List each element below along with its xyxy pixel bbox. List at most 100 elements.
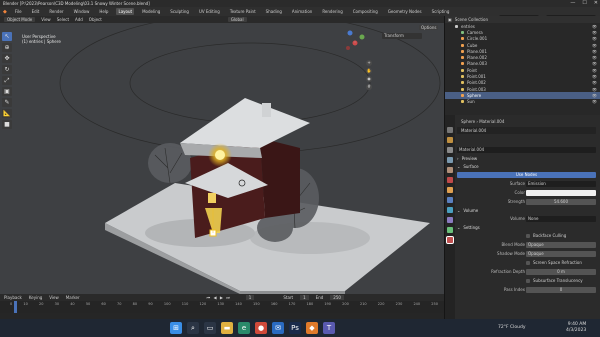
menu-file[interactable]: File	[13, 8, 24, 15]
scale-tool-icon[interactable]: ⤢	[2, 76, 12, 85]
menu-object[interactable]: Object	[89, 17, 102, 22]
preview-section[interactable]: › Preview	[457, 154, 598, 162]
volume-field[interactable]: None	[526, 215, 596, 222]
timeline-menu-playback[interactable]: Playback	[4, 295, 22, 300]
file-explorer-icon[interactable]: ▬	[221, 322, 233, 334]
tab-rendering[interactable]: Rendering	[320, 8, 344, 15]
use-nodes-button[interactable]: Use Nodes	[457, 171, 596, 178]
measure-tool-icon[interactable]: 📐	[2, 109, 12, 118]
timeline[interactable]: 0 10 20 30 40 50 60 70 80 90 100 110 120…	[0, 301, 444, 313]
visibility-eye-icon[interactable]: 👁	[592, 80, 597, 85]
teams-icon[interactable]: T	[323, 322, 335, 334]
visibility-eye-icon[interactable]: 👁	[592, 87, 597, 92]
transform-panel-tab[interactable]: Transform	[382, 33, 422, 39]
visibility-eye-icon[interactable]: 👁	[592, 61, 597, 66]
tab-compositing[interactable]: Compositing	[351, 8, 380, 15]
timeline-menu-marker[interactable]: Marker	[66, 295, 80, 300]
color-swatch[interactable]	[526, 189, 596, 196]
menu-select[interactable]: Select	[57, 17, 69, 22]
mail-icon[interactable]: ✉	[272, 322, 284, 334]
shadow-mode-dropdown[interactable]: Opaque	[526, 250, 596, 257]
select-tool-icon[interactable]: ↖	[2, 32, 12, 41]
scene-tab-icon[interactable]	[447, 167, 453, 173]
visibility-eye-icon[interactable]: 👁	[592, 55, 597, 60]
data-tab-icon[interactable]	[447, 227, 453, 233]
tab-modeling[interactable]: Modeling	[140, 8, 162, 15]
blend-mode-dropdown[interactable]: Opaque	[526, 241, 596, 248]
material-selector-row[interactable]: Material.004	[457, 145, 598, 154]
surface-shader-field[interactable]: Emission	[526, 180, 596, 187]
playback-controls[interactable]: ⏮ ◀ ▶ ⏭	[207, 295, 231, 300]
refraction-depth-field[interactable]: 0 m	[526, 268, 596, 275]
outliner-item[interactable]: Sun 👁	[445, 99, 600, 105]
rotate-tool-icon[interactable]: ↻	[2, 65, 12, 74]
transform-tool-icon[interactable]: ▣	[2, 87, 12, 96]
menu-render[interactable]: Render	[47, 8, 65, 15]
cursor-tool-icon[interactable]: ⊕	[2, 43, 12, 52]
menu-view[interactable]: View	[41, 17, 51, 22]
tab-animation[interactable]: Animation	[290, 8, 314, 15]
visibility-eye-icon[interactable]: 👁	[592, 36, 597, 41]
menu-window[interactable]: Window	[72, 8, 92, 15]
render-tab-icon[interactable]	[447, 137, 453, 143]
visibility-eye-icon[interactable]: 👁	[592, 93, 597, 98]
task-view-icon[interactable]: ▭	[204, 322, 216, 334]
orientation-dropdown[interactable]: Global	[227, 17, 247, 22]
tab-shading[interactable]: Shading	[264, 8, 284, 15]
blender-logo-icon[interactable]: ◆	[3, 9, 7, 15]
tab-sculpting[interactable]: Sculpting	[168, 8, 191, 15]
menu-edit[interactable]: Edit	[30, 8, 42, 15]
view-layer-tab-icon[interactable]	[447, 157, 453, 163]
end-field[interactable]: 250	[330, 295, 344, 300]
zoom-icon[interactable]: +	[366, 60, 372, 66]
visibility-eye-icon[interactable]: 👁	[592, 49, 597, 54]
material-slot-row[interactable]: Material.004	[457, 126, 598, 135]
settings-section[interactable]: ⌄ Settings	[457, 223, 598, 231]
photoshop-icon[interactable]: Ps	[289, 322, 301, 334]
sss-checkbox[interactable]	[526, 278, 530, 283]
camera-view-icon[interactable]: ◉	[366, 76, 372, 82]
add-cube-tool-icon[interactable]: ■	[2, 120, 12, 129]
tab-texture-paint[interactable]: Texture Paint	[228, 8, 258, 15]
output-tab-icon[interactable]	[447, 147, 453, 153]
world-tab-icon[interactable]	[447, 177, 453, 183]
visibility-eye-icon[interactable]: 👁	[592, 68, 597, 73]
backface-checkbox[interactable]	[526, 233, 530, 238]
edge-browser-icon[interactable]: e	[238, 322, 250, 334]
material-tab-icon[interactable]	[446, 236, 454, 244]
grid-icon[interactable]: #	[366, 84, 372, 90]
pan-hand-icon[interactable]: ✋	[366, 68, 372, 74]
tab-geometry-nodes[interactable]: Geometry Nodes	[386, 8, 424, 15]
tab-scripting[interactable]: Scripting	[430, 8, 452, 15]
blender-app-icon[interactable]: ◆	[306, 322, 318, 334]
3d-viewport[interactable]: User Perspective (1) entries | Sphere ↖ …	[0, 23, 444, 294]
tab-layout[interactable]: Layout	[116, 8, 135, 15]
timeline-menu-view[interactable]: View	[49, 295, 59, 300]
visibility-eye-icon[interactable]: 👁	[592, 24, 597, 29]
clock[interactable]: 9:40 AM 4/3/2023	[566, 322, 586, 334]
volume-section[interactable]: ⌄ Volume	[457, 206, 598, 214]
annotate-tool-icon[interactable]: ✎	[2, 98, 12, 107]
weather-widget[interactable]: 72°F Cloudy	[498, 325, 526, 330]
options-button[interactable]: Options	[419, 25, 439, 30]
material-name-field[interactable]: Material.004	[457, 146, 596, 153]
visibility-eye-icon[interactable]: 👁	[592, 30, 597, 35]
visibility-eye-icon[interactable]: 👁	[592, 43, 597, 48]
constraint-tab-icon[interactable]	[447, 217, 453, 223]
tab-uv-editing[interactable]: UV Editing	[197, 8, 222, 15]
object-tab-icon[interactable]	[447, 187, 453, 193]
mode-dropdown[interactable]: Object Mode	[4, 17, 36, 22]
strength-field[interactable]: 54.600	[526, 198, 596, 205]
minimize-button[interactable]: —	[570, 0, 575, 7]
surface-section[interactable]: ⌄ Surface	[457, 162, 598, 170]
move-tool-icon[interactable]: ✥	[2, 54, 12, 63]
start-field[interactable]: 1	[300, 295, 309, 300]
windows-start-icon[interactable]: ⊞	[170, 322, 182, 334]
close-button[interactable]: ✕	[594, 0, 598, 7]
physics-tab-icon[interactable]	[447, 207, 453, 213]
menu-help[interactable]: Help	[97, 8, 110, 15]
timeline-menu-keying[interactable]: Keying	[29, 295, 42, 300]
chrome-icon[interactable]: ●	[255, 322, 267, 334]
modifier-tab-icon[interactable]	[447, 197, 453, 203]
visibility-eye-icon[interactable]: 👁	[592, 74, 597, 79]
